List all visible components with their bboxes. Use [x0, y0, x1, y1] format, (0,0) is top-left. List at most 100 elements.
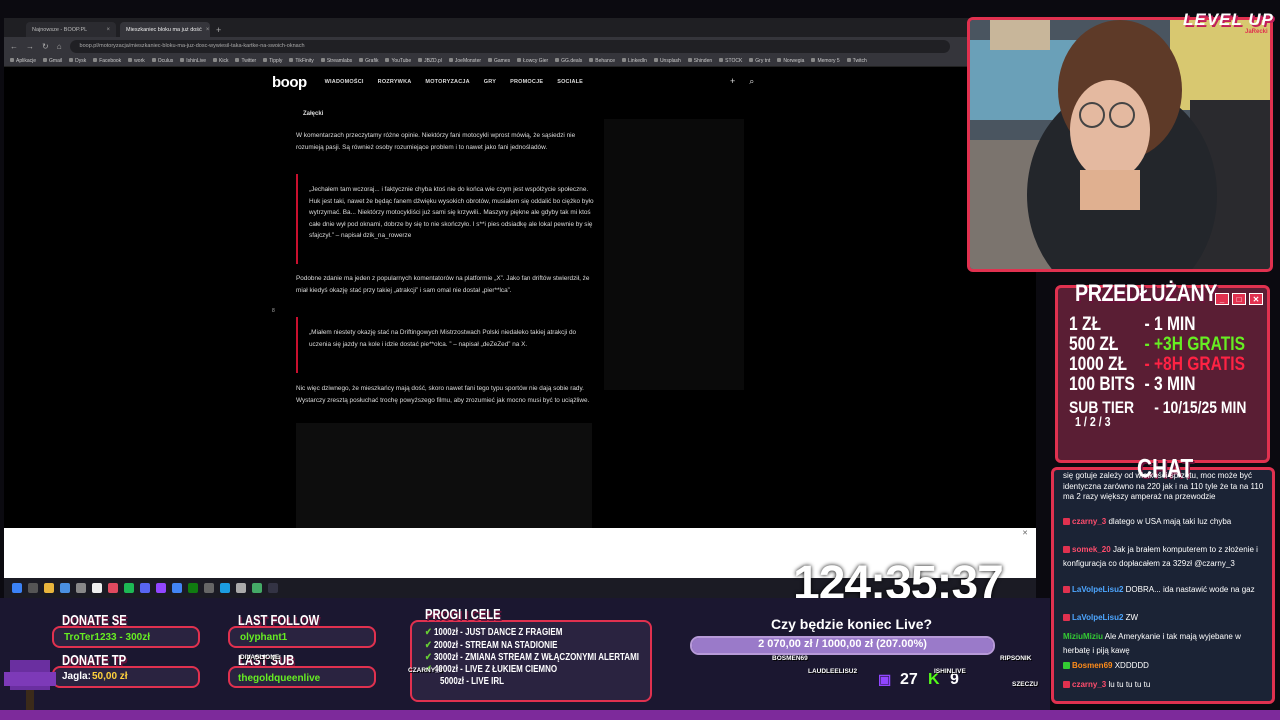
taskbar-app-icon[interactable] [108, 583, 118, 593]
reload-icon[interactable]: ↻ [42, 42, 49, 51]
bookmark-item[interactable]: work [128, 58, 145, 64]
webcam-image [970, 20, 1270, 269]
bookmark-item[interactable]: JoeMonster [448, 58, 481, 64]
taskbar-app-icon[interactable] [92, 583, 102, 593]
start-icon[interactable] [12, 583, 22, 593]
bookmark-item[interactable]: Facebook [93, 58, 121, 64]
bookmark-item[interactable]: Streamlabs [320, 58, 352, 64]
tab-label: Mieszkaniec bloku ma już dość [126, 26, 202, 33]
article-author: Załęcki [303, 111, 324, 117]
article-quote-1: „Jechałem tam wczoraj... i faktycznie ch… [296, 174, 596, 264]
sub-badge-icon [1063, 586, 1070, 594]
bookmark-item[interactable]: Norwegia [777, 58, 804, 64]
bookmark-icon [180, 58, 185, 63]
bookmark-icon [448, 58, 453, 63]
close-banner-icon[interactable]: ✕ [1022, 529, 1028, 537]
forward-icon[interactable]: → [26, 42, 34, 51]
nav-motoryzacja[interactable]: MOTORYZACJA [425, 79, 469, 85]
bookmark-item[interactable]: Behance [589, 58, 615, 64]
bookmark-item[interactable]: STOCK [719, 58, 742, 64]
bookmark-icon [488, 58, 493, 63]
tab-bar: Najnowsze - BOOP.PL × Mieszkaniec bloku m… [4, 18, 1036, 37]
back-icon[interactable]: ← [10, 42, 18, 51]
bookmark-item[interactable]: Dysk [69, 58, 86, 64]
bookmark-item[interactable]: Łowcy Gier [517, 58, 548, 64]
taskbar-app-icon[interactable] [268, 583, 278, 593]
nav-wiadomosci[interactable]: WIADOMOŚCI [325, 79, 364, 85]
chrome-icon[interactable] [172, 583, 182, 593]
tab-article[interactable]: Mieszkaniec bloku ma już dość × [120, 22, 210, 37]
ext-row-2: 500 ZŁ - +3H GRATIS [1069, 334, 1246, 355]
tab-najnowsze[interactable]: Najnowsze - BOOP.PL × [26, 22, 116, 37]
steam-icon[interactable] [220, 583, 230, 593]
nav-gry[interactable]: GRY [484, 79, 496, 85]
bookmark-item[interactable]: TikFinity [289, 58, 314, 64]
taskbar-app-icon[interactable] [252, 583, 262, 593]
bookmark-item[interactable]: Twitch [846, 58, 867, 64]
bookmark-item[interactable]: JBZD.pl [418, 58, 442, 64]
folder-icon[interactable] [44, 583, 54, 593]
chat-username[interactable]: somek_20 [1072, 545, 1111, 554]
bookmark-icon [69, 58, 74, 63]
embedded-video[interactable] [296, 423, 592, 528]
site-logo[interactable]: boop [272, 74, 307, 91]
ext-row-1: 1 ZŁ - 1 MIN [1069, 314, 1196, 335]
bookmark-item[interactable]: Aplikacje [10, 58, 36, 64]
taskbar-app-icon[interactable] [236, 583, 246, 593]
chat-username[interactable]: LaVolpeLisu2 [1072, 613, 1123, 622]
overlay-name: BOSMEN69 [772, 655, 808, 662]
close-tab-icon[interactable]: × [206, 27, 210, 33]
bookmark-item[interactable]: LinkedIn [622, 58, 647, 64]
bookmark-item[interactable]: Unsplash [653, 58, 681, 64]
chat-message: MiziuMiziu Ale Amerykanie i tak mają wyj… [1063, 630, 1268, 657]
nav-sociale[interactable]: SOCIALE [557, 79, 583, 85]
discord-icon[interactable] [140, 583, 150, 593]
bookmark-item[interactable]: Gmail [43, 58, 62, 64]
bookmark-item[interactable]: Gry tnt [749, 58, 770, 64]
taskbar-app-icon[interactable] [28, 583, 38, 593]
chat-username[interactable]: czarny_3 [1072, 517, 1106, 526]
bookmark-item[interactable]: Tipply [263, 58, 282, 64]
taskbar-app-icon[interactable] [60, 583, 70, 593]
chat-username[interactable]: LaVolpeLisu2 [1072, 585, 1123, 594]
sidebar-ad-slot [604, 119, 744, 390]
extension-title: PRZEDŁUŻANY [1075, 280, 1218, 307]
close-tab-icon[interactable]: × [106, 27, 110, 33]
search-icon[interactable]: ⌕ [749, 76, 754, 87]
taskbar-app-icon[interactable] [76, 583, 86, 593]
bookmark-item[interactable]: Grafik [359, 58, 378, 64]
taskbar-app-icon[interactable] [204, 583, 214, 593]
bookmark-item[interactable]: GG.deals [555, 58, 582, 64]
bookmark-icon [418, 58, 423, 63]
twitch-icon[interactable] [156, 583, 166, 593]
bookmark-icon [589, 58, 594, 63]
bookmark-item[interactable]: YouTube [385, 58, 411, 64]
bookmark-item[interactable]: Shinden [687, 58, 712, 64]
bookmark-icon [846, 58, 851, 63]
bookmark-item[interactable]: Kick [213, 58, 228, 64]
nav-rozrywka[interactable]: ROZRYWKA [378, 79, 412, 85]
bookmark-icon [320, 58, 325, 63]
bookmark-icon [10, 58, 14, 63]
goal-item: 5000zł - LIVE IRL [440, 676, 505, 687]
bookmark-icon [93, 58, 98, 63]
chat-message: Bosmen69 XDDDDD [1063, 659, 1268, 673]
bookmark-item[interactable]: Memory 5 [811, 58, 840, 64]
bookmark-icon [517, 58, 522, 63]
bookmark-item[interactable]: Games [488, 58, 510, 64]
bookmark-item[interactable]: IshinLive [180, 58, 206, 64]
chat-username[interactable]: Bosmen69 [1072, 661, 1112, 670]
url-field[interactable]: boop.pl/motoryzacja/mieszkaniec-bloku-ma… [69, 39, 950, 53]
spotify-icon[interactable] [124, 583, 134, 593]
home-icon[interactable]: ⌂ [57, 42, 62, 51]
live-question: Czy będzie koniec Live? [771, 616, 933, 632]
xbox-icon[interactable] [188, 583, 198, 593]
plus-icon[interactable]: + [730, 76, 735, 87]
new-tab-icon[interactable]: + [216, 25, 221, 35]
nav-promocje[interactable]: PROMOCJE [510, 79, 543, 85]
bookmark-item[interactable]: Oculus [151, 58, 173, 64]
bookmark-item[interactable]: Twitter [235, 58, 256, 64]
chat-username[interactable]: MiziuMiziu [1063, 632, 1103, 641]
chat-username[interactable]: czarny_3 [1072, 680, 1106, 689]
overlay-name: LAUDLEELISU2 [808, 668, 858, 675]
